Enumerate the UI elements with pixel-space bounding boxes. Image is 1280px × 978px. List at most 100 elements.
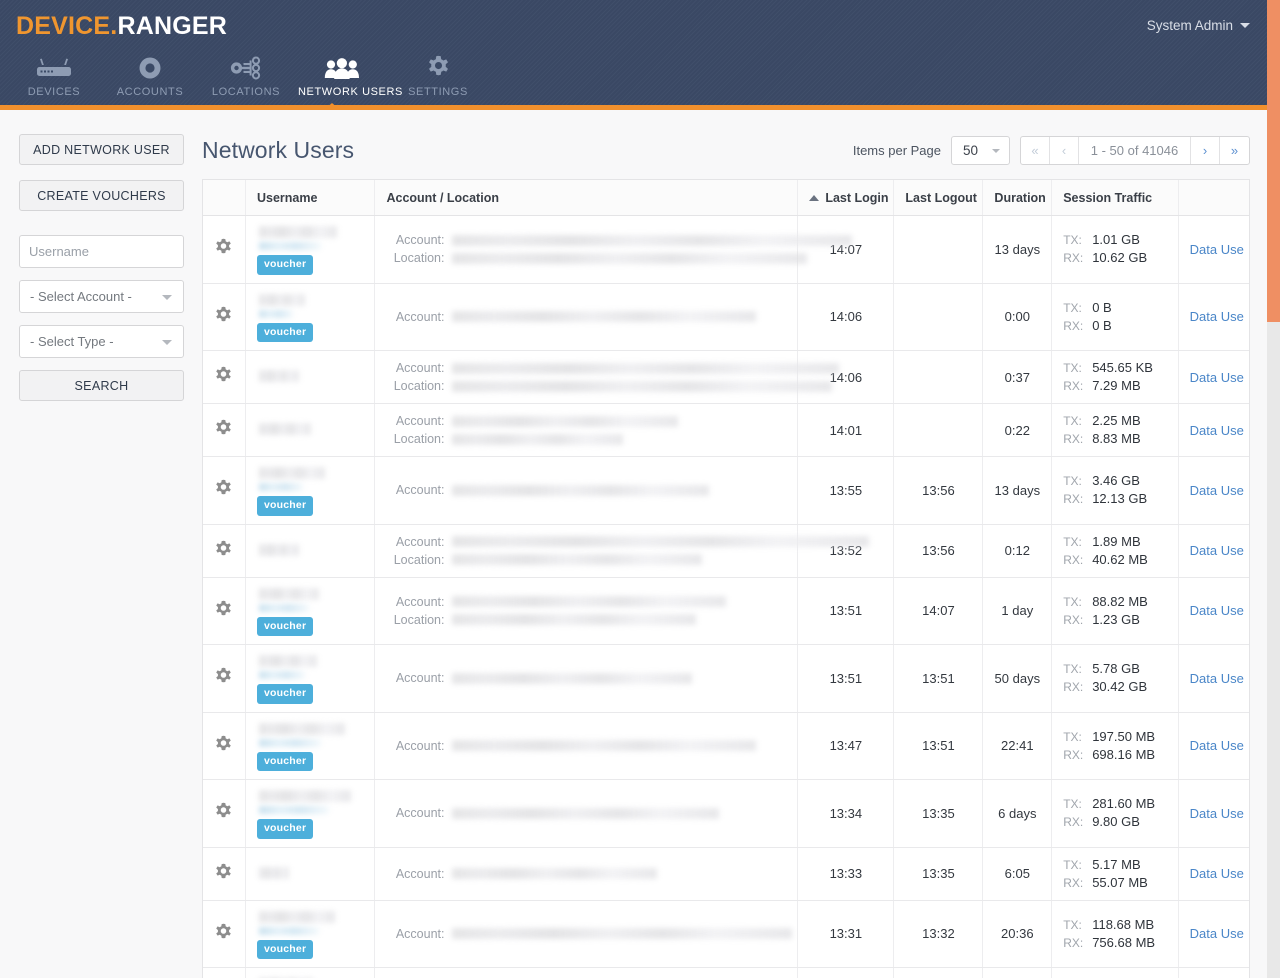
last-logout-cell [893,283,984,351]
page-scrollbar-thumb[interactable] [1267,0,1280,322]
gear-icon[interactable] [214,540,233,559]
account-value-redacted [452,362,840,374]
nav-item-locations[interactable]: LOCATIONS [198,54,294,104]
chevron-down-icon [162,340,172,345]
account-select[interactable]: - Select Account - [19,280,184,313]
account-row: Account: [386,233,853,247]
account-location-cell: Account: [374,847,799,901]
user-menu[interactable]: System Admin [1147,18,1250,33]
username-redacted [257,721,363,747]
add-network-user-button[interactable]: ADD NETWORK USER [19,134,184,165]
account-value-redacted [452,311,786,323]
gear-icon[interactable] [214,802,233,821]
tx-label: TX: [1063,534,1082,549]
first-page-button[interactable]: « [1021,137,1050,164]
tx-line: TX: 3.46 GB [1063,472,1166,490]
gear-icon[interactable] [214,238,233,257]
col-username[interactable]: Username [245,180,376,216]
duration-cell: 0:37 [982,350,1053,404]
data-use-link[interactable]: Data Use [1190,603,1244,618]
data-use-link[interactable]: Data Use [1190,423,1244,438]
row-actions-cell [203,524,246,578]
location-value-redacted [452,252,808,264]
create-vouchers-button[interactable]: CREATE VOUCHERS [19,180,184,211]
data-use-link[interactable]: Data Use [1190,671,1244,686]
voucher-badge: voucher [256,496,314,516]
duration-cell: 0:12 [982,524,1053,578]
rx-line: RX: 7.29 MB [1063,377,1166,395]
tx-line: TX: 1.01 GB [1063,231,1166,249]
account-label: Account: [395,414,445,428]
account-value-redacted [452,928,793,940]
col-account-location[interactable]: Account / Location [374,180,799,216]
col-session-traffic[interactable]: Session Traffic [1051,180,1179,216]
data-use-link[interactable]: Data Use [1190,370,1244,385]
col-last-logout[interactable]: Last Logout [893,180,984,216]
items-per-page-select[interactable]: 50 [951,136,1010,165]
tx-value: 281.60 MB [1092,796,1156,812]
tx-value: 1.89 MB [1092,533,1141,549]
nav-label-locations: LOCATIONS [211,86,281,98]
last-logout-cell: 13:56 [893,524,984,578]
rx-value: 0 B [1092,317,1112,333]
gear-icon[interactable] [214,863,233,882]
row-actions-cell [203,456,246,525]
type-select[interactable]: - Select Type - [19,325,184,358]
gear-icon[interactable] [214,923,233,942]
nav-item-accounts[interactable]: ACCOUNTS [102,54,198,104]
last-page-button[interactable]: » [1220,137,1249,164]
gear-icon[interactable] [214,419,233,438]
location-label: Location: [393,379,445,393]
next-page-button[interactable]: › [1191,137,1220,164]
account-row: Account: [386,927,793,941]
data-use-cell: Data Use [1178,644,1249,713]
data-use-link[interactable]: Data Use [1190,806,1244,821]
account-location-cell: Account: Location: [374,524,870,578]
username-cell: voucher [245,283,376,351]
data-use-cell: Data Use [1178,847,1249,901]
account-select-value: - Select Account - [30,289,132,304]
prev-page-button[interactable]: ‹ [1050,137,1079,164]
search-button[interactable]: SEARCH [19,370,184,401]
table-row: Account: Location: 13:52 13:56 0:12 TX: 1.89 M… [203,524,1249,578]
account-row: Account: [386,361,840,375]
gear-icon[interactable] [214,600,233,619]
account-label: Account: [395,738,445,753]
account-value-redacted [452,415,786,427]
tx-line: TX: 281.60 MB [1063,795,1166,813]
username-redacted [257,865,363,879]
data-use-link[interactable]: Data Use [1190,926,1244,941]
data-use-link[interactable]: Data Use [1190,309,1244,324]
gear-icon[interactable] [214,366,233,385]
gear-icon[interactable] [214,479,233,498]
nav-label-network-users: NETWORK USERS [298,86,403,98]
data-use-link[interactable]: Data Use [1190,242,1244,257]
gear-icon[interactable] [214,306,233,325]
nav-item-network-users[interactable]: NETWORK USERS [294,54,403,104]
username-redacted [257,788,363,814]
network-users-table-container: Username Account / Location Last Login L… [202,179,1250,978]
username-cell [245,403,376,457]
account-value-redacted [452,672,786,684]
rx-label: RX: [1063,432,1084,446]
nav-item-devices[interactable]: DEVICES [6,54,102,104]
page-scrollbar-track[interactable] [1267,0,1280,978]
data-use-link[interactable]: Data Use [1190,543,1244,558]
gear-icon[interactable] [214,735,233,754]
data-use-link[interactable]: Data Use [1190,866,1244,881]
col-duration[interactable]: Duration [982,180,1053,216]
data-use-link[interactable]: Data Use [1190,483,1244,498]
username-filter-input[interactable] [19,235,184,268]
rx-label: RX: [1063,379,1084,393]
gear-icon[interactable] [214,667,233,686]
duration-cell: 50 days [982,644,1053,713]
rx-line: RX: 30.42 GB [1063,678,1166,696]
account-value-redacted [452,868,786,879]
rx-value: 55.07 MB [1092,874,1148,890]
account-value-redacted [452,807,786,819]
tx-value: 0 B [1092,299,1112,315]
account-row: Account: [386,806,786,820]
col-last-login[interactable]: Last Login [797,180,895,216]
data-use-link[interactable]: Data Use [1190,738,1244,753]
nav-item-settings[interactable]: SETTINGS [390,54,486,104]
